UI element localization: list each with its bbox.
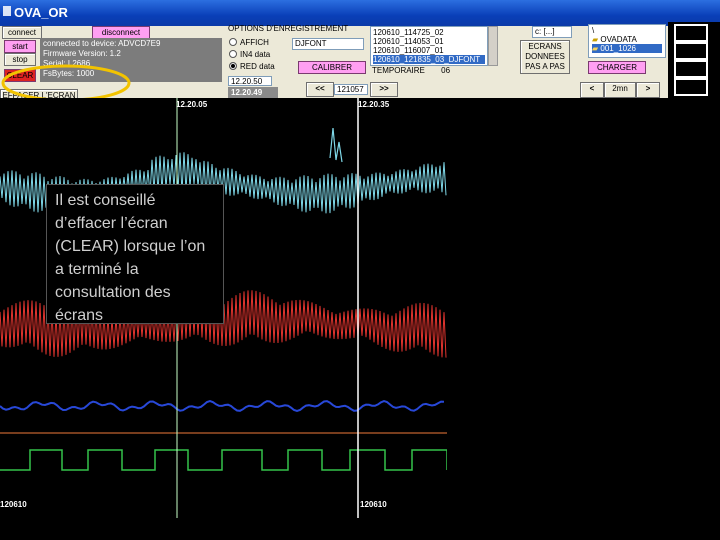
trace-cyan-spike xyxy=(329,127,343,163)
status-cell xyxy=(674,42,708,60)
radio-dot-icon xyxy=(229,38,237,46)
status-grid xyxy=(668,22,720,98)
date-label-right: 120610 xyxy=(360,500,387,509)
folder-item[interactable]: ▰ OVADATA xyxy=(592,35,662,44)
ecrans-pas-a-pas-button[interactable]: ECRANS DONNEES PAS A PAS xyxy=(520,40,570,74)
date-label-left: 120610 xyxy=(0,500,27,509)
app-icon xyxy=(3,6,11,16)
folder-tree[interactable]: \ ▰ OVADATA ▰ 001_1026 xyxy=(588,24,666,58)
options-heading: OPTIONS D'ENREGISTREMENT xyxy=(228,24,349,33)
list-item[interactable]: 120610_114725_02 xyxy=(373,28,485,37)
radio-in4-data[interactable]: IN4 data xyxy=(229,50,270,60)
connect-button[interactable]: connect xyxy=(2,26,42,39)
folder-icon: ▰ xyxy=(592,35,599,44)
title-bar: OVA_OR xyxy=(0,0,720,26)
status-cell xyxy=(674,24,708,42)
time-readout-b: 12.20.49 xyxy=(228,87,278,98)
recording-name-input[interactable]: DJFONT xyxy=(292,38,364,50)
step-size-field[interactable]: 2mn xyxy=(604,82,636,98)
start-button[interactable]: start xyxy=(4,40,36,53)
radio-dot-icon xyxy=(229,50,237,58)
status-cell xyxy=(674,60,708,78)
cursor-time-left: 12.20.05 xyxy=(176,100,208,109)
list-item[interactable]: 120610_116007_01 xyxy=(373,46,485,55)
list-item-selected[interactable]: 120610_121835_03_DJFONT xyxy=(373,55,485,64)
charger-button[interactable]: CHARGER xyxy=(588,61,646,74)
radio-affich[interactable]: AFFICH xyxy=(229,38,269,48)
cursor-time-right: 12.20.35 xyxy=(358,100,390,109)
step-forward-button[interactable]: > xyxy=(636,82,660,98)
status-cell xyxy=(674,78,708,96)
time-position-input[interactable]: 121057 xyxy=(334,84,368,95)
next-screen-button[interactable]: >> xyxy=(370,82,398,97)
device-line: Firmware Version: 1.2 xyxy=(43,49,121,58)
folder-item-selected[interactable]: ▰ 001_1026 xyxy=(592,44,662,53)
recording-file-list[interactable]: 120610_114725_02 120610_114053_01 120610… xyxy=(370,26,488,66)
window-title: OVA_OR xyxy=(14,5,68,20)
folder-open-icon: ▰ xyxy=(592,44,599,53)
calibrer-button[interactable]: CALIBRER xyxy=(298,61,366,74)
device-line: connected to device: ADVCD7E9 xyxy=(43,39,161,48)
step-back-button[interactable]: < xyxy=(580,82,604,98)
folder-item[interactable]: \ xyxy=(592,26,662,35)
radio-dot-icon xyxy=(229,62,237,70)
file-list-scrollbar[interactable] xyxy=(488,26,498,66)
trace-blue xyxy=(0,400,445,413)
trace-green xyxy=(0,449,447,471)
list-item[interactable]: 120610_114053_01 xyxy=(373,37,485,46)
drive-select[interactable]: c: [...] xyxy=(532,26,572,38)
temporaire-label: TEMPORAIRE 06 xyxy=(372,66,451,75)
annotation-callout: Il est conseillé d’effacer l’écran (CLEA… xyxy=(46,184,224,324)
radio-red-data[interactable]: RED data xyxy=(229,62,275,72)
time-readout-a: 12.20.50 xyxy=(228,76,272,86)
prev-screen-button[interactable]: << xyxy=(306,82,334,97)
